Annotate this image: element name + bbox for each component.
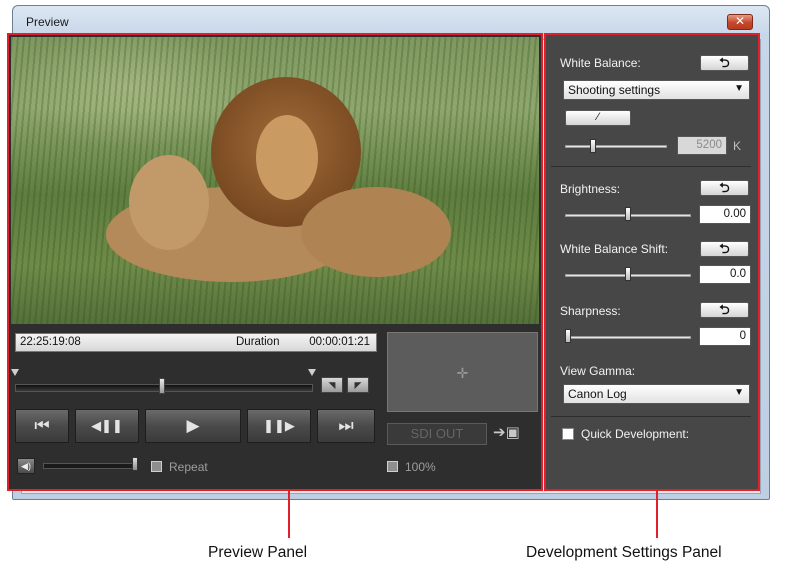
development-panel-callout-line: [656, 490, 658, 538]
brightness-slider-handle[interactable]: [625, 207, 631, 221]
repeat-checkbox[interactable]: [151, 461, 162, 472]
quick-development-checkbox[interactable]: [562, 428, 574, 440]
quick-development-label: Quick Development:: [581, 427, 690, 441]
development-panel-callout: Development Settings Panel: [526, 544, 722, 561]
go-to-start-button[interactable]: ⏮: [15, 409, 69, 443]
white-balance-value: Shooting settings: [568, 83, 661, 97]
duration-label: Duration: [236, 336, 280, 348]
go-to-end-button[interactable]: ⏭: [317, 409, 375, 443]
current-timecode: 22:25:19:08: [20, 336, 81, 348]
preview-panel-callout-line: [288, 490, 290, 538]
zoom-label: 100%: [405, 460, 436, 474]
seek-handle[interactable]: [159, 378, 165, 394]
zoom-100-checkbox[interactable]: [387, 461, 398, 472]
in-point-marker[interactable]: [11, 369, 19, 376]
step-forward-button[interactable]: ❚❚▶: [247, 409, 311, 443]
step-back-button[interactable]: ◀❚❚: [75, 409, 139, 443]
preview-image: [11, 37, 539, 324]
volume-handle[interactable]: [132, 457, 138, 471]
preview-panel-callout: Preview Panel: [208, 544, 308, 561]
wb-shift-field[interactable]: 0.0: [699, 265, 751, 284]
repeat-label: Repeat: [169, 460, 208, 474]
sharpness-slider-handle[interactable]: [565, 329, 571, 343]
divider: [551, 416, 751, 417]
eyedropper-button[interactable]: ⁄: [565, 110, 631, 126]
play-button[interactable]: ▶: [145, 409, 241, 443]
secondary-preview-box: ✛: [387, 332, 538, 412]
sdi-out-button[interactable]: SDI OUT: [387, 423, 487, 445]
wb-shift-reset-button[interactable]: ⮌: [700, 241, 749, 257]
kelvin-slider-handle[interactable]: [590, 139, 596, 153]
divider: [551, 166, 751, 167]
brightness-reset-button[interactable]: ⮌: [700, 180, 749, 196]
brightness-field[interactable]: 0.00: [699, 205, 751, 224]
speaker-icon[interactable]: ◀): [17, 458, 35, 474]
eyedropper-icon: ⁄: [597, 111, 599, 123]
wb-shift-slider-handle[interactable]: [625, 267, 631, 281]
out-point-marker[interactable]: [308, 369, 316, 376]
sharpness-field[interactable]: 0: [699, 327, 751, 346]
kelvin-field[interactable]: 5200: [677, 136, 727, 155]
development-settings-panel: [544, 33, 760, 491]
window-title: Preview: [26, 15, 69, 29]
external-monitor-icon: ➔▣: [493, 424, 520, 441]
volume-slider[interactable]: [43, 463, 135, 469]
sharpness-label: Sharpness:: [560, 304, 621, 318]
lion-face: [256, 115, 318, 200]
duration-value: 00:00:01:21: [309, 336, 370, 348]
close-button[interactable]: ✕: [727, 14, 753, 30]
white-balance-label: White Balance:: [560, 56, 641, 70]
preview-panel: 22:25:19:08 Duration 00:00:01:21 ◥ ◤ ⏮ ◀…: [7, 33, 543, 491]
timecode-bar: 22:25:19:08 Duration 00:00:01:21: [15, 333, 377, 352]
lioness-head: [129, 155, 209, 250]
kelvin-slider[interactable]: [565, 145, 667, 148]
sharpness-slider[interactable]: [565, 336, 691, 339]
title-bar[interactable]: Preview ✕: [13, 6, 769, 36]
brightness-label: Brightness:: [560, 182, 621, 196]
view-gamma-select[interactable]: Canon Log ▼: [563, 384, 750, 404]
chevron-down-icon: ▼: [734, 83, 744, 94]
kelvin-unit: K: [733, 139, 742, 153]
chevron-down-icon: ▼: [734, 387, 744, 398]
lion-body: [301, 187, 451, 277]
view-gamma-label: View Gamma:: [560, 364, 636, 378]
set-in-point-button[interactable]: ◥: [321, 377, 343, 393]
white-balance-reset-button[interactable]: ⮌: [700, 55, 749, 71]
crosshair-icon: ✛: [456, 365, 469, 381]
white-balance-select[interactable]: Shooting settings ▼: [563, 80, 750, 100]
wb-shift-label: White Balance Shift:: [560, 242, 669, 256]
view-gamma-value: Canon Log: [568, 387, 627, 401]
sharpness-reset-button[interactable]: ⮌: [700, 302, 749, 318]
set-out-point-button[interactable]: ◤: [347, 377, 369, 393]
